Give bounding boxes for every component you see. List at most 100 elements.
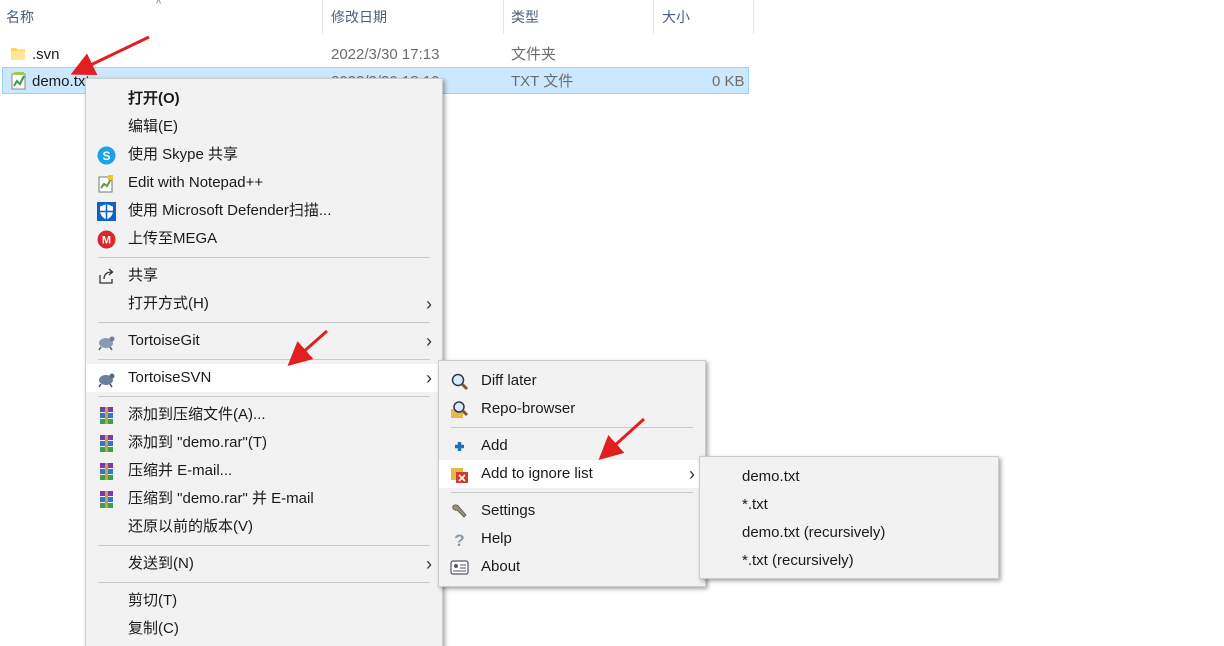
diff-magnifier-icon [451, 373, 469, 391]
menu-separator [98, 359, 430, 360]
ignore-item-demo-txt[interactable]: demo.txt [700, 463, 998, 491]
menu-label: 添加到压缩文件(A)... [128, 406, 266, 423]
svn-item-diff-later[interactable]: Diff later [439, 367, 705, 395]
ignore-item-txt[interactable]: *.txt [700, 491, 998, 519]
submenu-chevron-icon: › [426, 368, 432, 388]
menu-item-open[interactable]: 打开(O) [86, 85, 442, 113]
menu-label: 打开(O) [128, 90, 180, 107]
menu-label: *.txt (recursively) [742, 552, 854, 569]
mega-icon: M [97, 230, 116, 249]
menu-label: 添加到 "demo.rar"(T) [128, 434, 267, 451]
menu-item-compress-demo-rar-email[interactable]: 压缩到 "demo.rar" 并 E-mail [86, 485, 442, 513]
menu-separator [98, 257, 430, 258]
column-header-type[interactable]: 类型 [505, 0, 653, 34]
menu-item-compress-email[interactable]: 压缩并 E-mail... [86, 457, 442, 485]
repo-browser-icon [451, 401, 469, 418]
skype-icon: S [97, 146, 116, 165]
menu-item-edit[interactable]: 编辑(E) [86, 113, 442, 141]
svn-item-settings[interactable]: Settings [439, 497, 705, 525]
menu-label: 编辑(E) [128, 118, 178, 135]
ignore-item-txt-recursive[interactable]: *.txt (recursively) [700, 547, 998, 575]
svg-text:M: M [102, 235, 111, 247]
about-icon [450, 560, 469, 575]
svn-item-add-to-ignore-list[interactable]: Add to ignore list › [439, 460, 705, 488]
file-name: .svn [32, 46, 60, 63]
column-name-label: 名称 [6, 9, 34, 25]
tortoisesvn-submenu: Diff later Repo-browser Add Add to ignor… [438, 360, 706, 587]
file-size: 0 KB [712, 73, 745, 90]
ignore-item-demo-txt-recursive[interactable]: demo.txt (recursively) [700, 519, 998, 547]
menu-label: 发送到(N) [128, 555, 194, 572]
file-type: TXT 文件 [511, 73, 574, 90]
menu-label: 使用 Skype 共享 [128, 146, 239, 163]
menu-item-skype-share[interactable]: S 使用 Skype 共享 [86, 141, 442, 169]
sort-ascending-icon: ^ [156, 0, 162, 10]
submenu-chevron-icon: › [426, 294, 432, 314]
menu-label: demo.txt (recursively) [742, 524, 886, 541]
menu-item-restore-previous[interactable]: 还原以前的版本(V) [86, 513, 442, 541]
menu-label: 打开方式(H) [128, 295, 209, 312]
submenu-chevron-icon: › [426, 331, 432, 351]
column-header-size[interactable]: 大小 [656, 0, 753, 34]
menu-separator [451, 492, 693, 493]
menu-label: 压缩并 E-mail... [128, 462, 233, 479]
menu-label: TortoiseGit [128, 332, 200, 349]
menu-item-defender-scan[interactable]: 使用 Microsoft Defender扫描... [86, 197, 442, 225]
menu-separator [451, 427, 693, 428]
column-date-label: 修改日期 [331, 9, 387, 25]
svg-text:?: ? [454, 531, 464, 549]
menu-label: TortoiseSVN [128, 369, 212, 386]
menu-item-cut[interactable]: 剪切(T) [86, 587, 442, 615]
file-date: 2022/3/30 17:13 [331, 46, 440, 63]
menu-separator [98, 322, 430, 323]
column-size-label: 大小 [662, 9, 690, 25]
file-context-menu: 打开(O) 编辑(E) S 使用 Skype 共享 Edit with Note… [85, 78, 443, 646]
text-file-icon [11, 72, 26, 90]
menu-item-notepad-plus-plus[interactable]: Edit with Notepad++ [86, 169, 442, 197]
column-header-date[interactable]: 修改日期 [325, 0, 503, 34]
winrar-icon [100, 463, 113, 480]
menu-label: 复制(C) [128, 620, 179, 637]
menu-separator [98, 582, 430, 583]
tortoisegit-icon [98, 336, 115, 351]
svn-item-repo-browser[interactable]: Repo-browser [439, 395, 705, 423]
column-type-label: 类型 [511, 9, 539, 25]
tortoisesvn-icon [98, 373, 115, 388]
menu-item-tortoisesvn[interactable]: TortoiseSVN › [86, 364, 442, 392]
menu-label: 压缩到 "demo.rar" 并 E-mail [128, 490, 314, 507]
menu-item-add-to-archive[interactable]: 添加到压缩文件(A)... [86, 401, 442, 429]
help-icon: ? [454, 531, 464, 549]
menu-label: Help [481, 530, 512, 547]
menu-label: demo.txt [742, 468, 800, 485]
folder-icon [11, 48, 25, 60]
menu-label: 剪切(T) [128, 592, 178, 609]
submenu-chevron-icon: › [689, 464, 695, 484]
svn-item-about[interactable]: About [439, 553, 705, 581]
menu-label: Repo-browser [481, 400, 576, 417]
svn-item-help[interactable]: ? Help [439, 525, 705, 553]
settings-wrench-icon [452, 504, 467, 518]
menu-item-upload-mega[interactable]: M 上传至MEGA [86, 225, 442, 253]
add-plus-icon [455, 442, 464, 451]
file-row-svn[interactable]: .svn 2022/3/30 17:13 文件夹 [2, 41, 749, 68]
menu-label: 使用 Microsoft Defender扫描... [128, 202, 332, 219]
menu-item-add-to-demo-rar[interactable]: 添加到 "demo.rar"(T) [86, 429, 442, 457]
menu-label: *.txt [742, 496, 768, 513]
winrar-icon [100, 407, 113, 424]
menu-item-send-to[interactable]: 发送到(N) › [86, 550, 442, 578]
menu-label: Add to ignore list [481, 465, 593, 482]
menu-item-share[interactable]: 共享 [86, 262, 442, 290]
file-type: 文件夹 [511, 46, 557, 63]
share-icon [99, 268, 114, 284]
menu-label: About [481, 558, 521, 575]
menu-label: Diff later [481, 372, 537, 389]
menu-item-tortoisegit[interactable]: TortoiseGit › [86, 327, 442, 355]
menu-label: Add [481, 437, 508, 454]
menu-label: Edit with Notepad++ [128, 174, 264, 191]
menu-label: Settings [481, 502, 536, 519]
menu-item-copy[interactable]: 复制(C) [86, 615, 442, 643]
svg-text:S: S [102, 149, 110, 163]
menu-item-open-with[interactable]: 打开方式(H) › [86, 290, 442, 318]
svn-item-add[interactable]: Add [439, 432, 705, 460]
menu-separator [98, 545, 430, 546]
